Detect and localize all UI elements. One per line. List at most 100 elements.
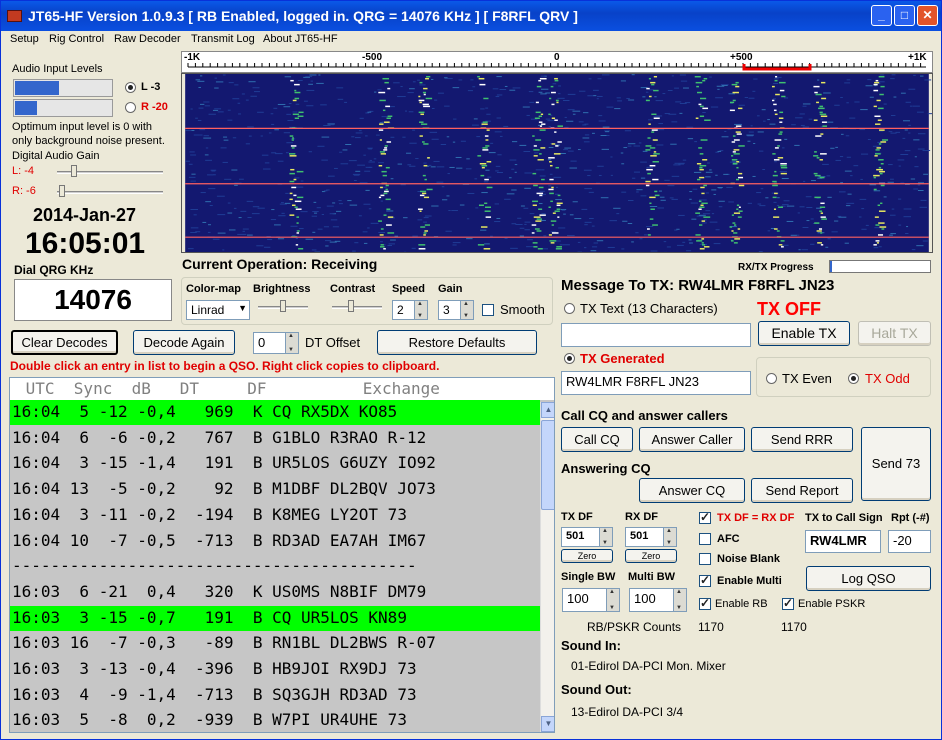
chevron-down-icon: ▼	[544, 719, 553, 728]
tx-even-radio[interactable]	[766, 373, 777, 384]
decode-again-button[interactable]: Decode Again	[133, 330, 235, 355]
decode-scrollbar[interactable]: ▲ ▼	[540, 402, 554, 732]
decode-row[interactable]: 16:03 3 -13 -0,4 -396 B HB9JOI RX9DJ 73	[10, 657, 540, 682]
single-bw-spinner[interactable]: 100	[562, 588, 620, 612]
enable-pskr-label: Enable PSKR	[798, 598, 866, 610]
gain-right-thumb[interactable]	[59, 185, 65, 197]
app-icon	[7, 10, 22, 22]
scroll-down-button[interactable]: ▼	[541, 716, 554, 732]
tx-to-call-label: TX to Call Sign	[805, 512, 883, 524]
decode-row[interactable]: 16:04 5 -12 -0,4 969 K CQ RX5DX KO85	[10, 400, 540, 425]
multi-bw-spinner[interactable]: 100	[629, 588, 687, 612]
tx-df-label: TX DF	[561, 511, 593, 523]
rx-df-zero-button[interactable]: Zero	[625, 549, 677, 563]
scale-label-plus1k: +1K	[908, 52, 927, 63]
gain-spinner[interactable]: 3	[438, 300, 474, 320]
smooth-checkbox[interactable]	[482, 304, 494, 316]
gain-left-thumb[interactable]	[71, 165, 77, 177]
left-channel-radio[interactable]	[125, 82, 136, 93]
colormap-select[interactable]: Linrad ▼	[186, 300, 250, 320]
progress-label: RX/TX Progress	[738, 262, 814, 273]
tx-generated-field[interactable]: RW4LMR F8RFL JN23	[561, 371, 751, 395]
tx-df-spinner[interactable]: 501	[561, 527, 613, 547]
tx-eq-rx-checkbox[interactable]	[699, 510, 711, 524]
noise-blank-checkbox[interactable]	[699, 553, 711, 565]
scale-label-plus500: +500	[730, 52, 753, 63]
afc-checkbox[interactable]	[699, 533, 711, 545]
tx-text-radio[interactable]	[564, 303, 575, 314]
tx-odd-radio[interactable]	[848, 373, 859, 384]
answer-cq-button[interactable]: Answer CQ	[639, 478, 745, 503]
right-channel-radio[interactable]	[125, 102, 136, 113]
decode-row[interactable]: 16:04 3 -11 -0,2 -194 B K8MEG LY2OT 73	[10, 503, 540, 528]
brightness-thumb[interactable]	[280, 300, 286, 312]
decode-row[interactable]: 16:03 4 -9 -1,4 -713 B SQ3GJH RD3AD 73	[10, 683, 540, 708]
decode-row[interactable]: 16:03 5 -8 0,2 -939 B W7PI UR4UHE 73	[10, 708, 540, 732]
contrast-slider[interactable]	[332, 306, 382, 309]
rx-df-value: 501	[630, 530, 649, 542]
scroll-up-button[interactable]: ▲	[541, 402, 554, 418]
audio-input-panel: Audio Input Levels L -3 R -20 Optimum in…	[9, 55, 179, 325]
halt-tx-button[interactable]: Halt TX	[858, 321, 931, 346]
decode-row[interactable]: 16:04 13 -5 -0,2 92 B M1DBF DL2BQV JO73	[10, 477, 540, 502]
rx-df-spinner[interactable]: 501	[625, 527, 677, 547]
decode-row[interactable]: 16:03 6 -21 0,4 320 K US0MS N8BIF DM79	[10, 580, 540, 605]
speed-value: 2	[397, 303, 404, 317]
decode-row[interactable]: ----------------------------------------…	[10, 554, 540, 579]
decode-row[interactable]: 16:04 3 -15 -1,4 191 B UR5LOS G6UZY IO92	[10, 451, 540, 476]
speed-spin-buttons[interactable]	[414, 301, 427, 319]
tx-text-input[interactable]	[561, 323, 751, 347]
tx-df-zero-button[interactable]: Zero	[561, 549, 613, 563]
menu-raw-decoder[interactable]: Raw Decoder	[114, 33, 181, 45]
rpt-field[interactable]: -20	[888, 530, 931, 553]
close-icon: ✕	[922, 8, 933, 22]
send-73-button[interactable]: Send 73	[861, 427, 931, 501]
answer-caller-button[interactable]: Answer Caller	[639, 427, 745, 452]
gain-right-label: R: -6	[12, 185, 36, 197]
dt-spin-buttons[interactable]	[285, 333, 298, 353]
send-report-button[interactable]: Send Report	[751, 478, 853, 503]
frequency-scale[interactable]: -1K -500 0 +500 +1K	[181, 51, 933, 73]
multi-bw-spin-buttons[interactable]	[673, 589, 686, 611]
enable-rb-checkbox[interactable]	[699, 596, 711, 610]
contrast-thumb[interactable]	[348, 300, 354, 312]
log-qso-button[interactable]: Log QSO	[806, 566, 931, 591]
maximize-button[interactable]: □	[894, 5, 915, 26]
decode-row[interactable]: 16:04 10 -7 -0,5 -713 B RD3AD EA7AH IM67	[10, 529, 540, 554]
current-operation: Current Operation: Receiving	[182, 256, 377, 272]
noise-blank-label: Noise Blank	[717, 553, 780, 565]
tx-df-spin-buttons[interactable]	[599, 528, 612, 546]
gain-right-slider[interactable]	[57, 191, 163, 194]
menu-rig-control[interactable]: Rig Control	[49, 33, 104, 45]
menu-setup[interactable]: Setup	[10, 33, 39, 45]
waterfall-display[interactable]	[181, 73, 933, 253]
restore-defaults-button[interactable]: Restore Defaults	[377, 330, 537, 355]
decode-row[interactable]: 16:03 16 -7 -0,3 -89 B RN1BL DL2BWS R-07	[10, 631, 540, 656]
spectrum-area: -1K -500 0 +500 +1K	[181, 51, 933, 253]
menu-transmit-log[interactable]: Transmit Log	[191, 33, 255, 45]
chevron-up-icon: ▲	[544, 405, 553, 414]
decode-row[interactable]: 16:04 6 -6 -0,2 767 B G1BLO R3RAO R-12	[10, 426, 540, 451]
tx-to-call-field[interactable]: RW4LMR	[805, 530, 881, 553]
close-button[interactable]: ✕	[917, 5, 938, 26]
dt-offset-spinner[interactable]: 0	[253, 332, 299, 354]
title-bar[interactable]: JT65-HF Version 1.0.9.3 [ RB Enabled, lo…	[1, 1, 941, 31]
dial-qrg-field[interactable]: 14076	[14, 279, 172, 321]
call-cq-button[interactable]: Call CQ	[561, 427, 633, 452]
gain-spin-buttons[interactable]	[460, 301, 473, 319]
menu-about[interactable]: About JT65-HF	[263, 33, 338, 45]
single-bw-spin-buttons[interactable]	[606, 589, 619, 611]
scroll-thumb[interactable]	[541, 420, 554, 510]
tx-generated-radio[interactable]	[564, 353, 575, 364]
decode-row[interactable]: 16:03 3 -15 -0,7 191 B CQ UR5LOS KN89	[10, 605, 540, 631]
speed-spinner[interactable]: 2	[392, 300, 428, 320]
clear-decodes-button[interactable]: Clear Decodes	[11, 330, 118, 355]
rx-df-spin-buttons[interactable]	[663, 528, 676, 546]
send-rrr-button[interactable]: Send RRR	[751, 427, 853, 452]
minimize-button[interactable]: _	[871, 5, 892, 26]
enable-multi-checkbox[interactable]	[699, 573, 711, 587]
gain-label: Gain	[438, 283, 463, 295]
enable-pskr-checkbox[interactable]	[782, 596, 794, 610]
decode-list[interactable]: UTC Sync dB DT DF Exchange 16:04 5 -12 -…	[9, 377, 555, 733]
enable-tx-button[interactable]: Enable TX	[758, 321, 850, 346]
